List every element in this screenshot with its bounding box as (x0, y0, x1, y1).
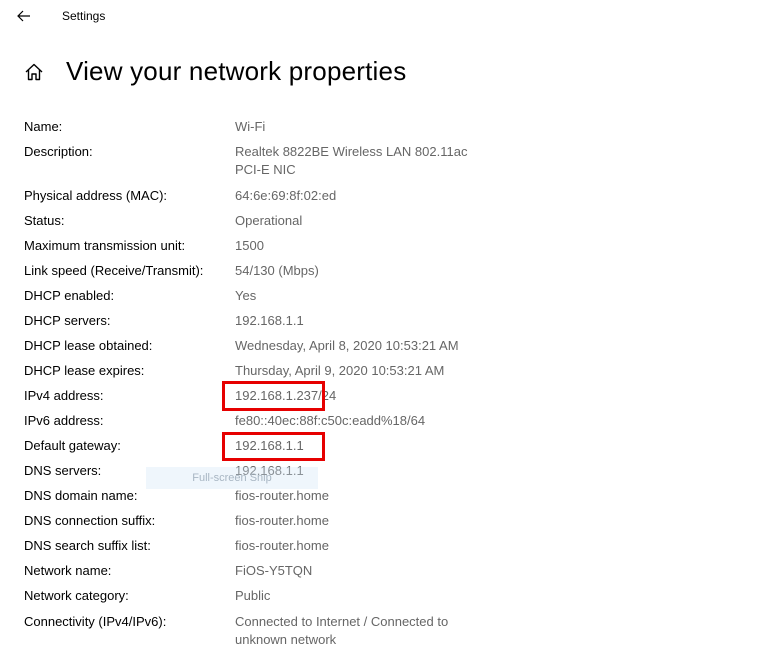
property-row-dns-suffix: DNS connection suffix: fios-router.home (24, 512, 764, 537)
property-value: Realtek 8822BE Wireless LAN 802.11ac PCI… (235, 144, 468, 177)
property-row-dns-domain: DNS domain name: fios-router.home (24, 487, 764, 512)
property-label: Status: (24, 213, 65, 228)
property-label: Link speed (Receive/Transmit): (24, 263, 204, 278)
property-value: Public (235, 588, 271, 603)
property-value: fe80::40ec:88f:c50c:eadd%18/64 (235, 413, 426, 428)
property-row-ipv4: IPv4 address: 192.168.1.237/24 (24, 387, 764, 412)
property-value: 64:6e:69:8f:02:ed (235, 188, 337, 203)
property-label: DHCP enabled: (24, 288, 115, 303)
page-title: View your network properties (66, 56, 407, 86)
property-label: Default gateway: (24, 438, 121, 453)
home-icon (25, 63, 43, 81)
property-value: Operational (235, 213, 303, 228)
property-label: Description: (24, 144, 93, 159)
property-label: DNS servers: (24, 463, 102, 478)
property-value: Yes (235, 288, 257, 303)
property-row-dns-search-list: DNS search suffix list: fios-router.home (24, 537, 764, 562)
property-label: Network category: (24, 588, 129, 603)
property-label: DHCP lease obtained: (24, 338, 153, 353)
property-value: 192.168.1.1 (235, 313, 304, 328)
property-value: Wi-Fi (235, 119, 266, 134)
property-row-dhcp-enabled: DHCP enabled: Yes (24, 287, 764, 312)
property-row-ipv6: IPv6 address: fe80::40ec:88f:c50c:eadd%1… (24, 412, 764, 437)
property-label: DNS search suffix list: (24, 538, 151, 553)
property-row-name: Name: Wi-Fi (24, 118, 764, 143)
property-value: Connected to Internet / Connected to unk… (235, 614, 449, 647)
fullscreen-snip-tooltip: Full-screen Snip (146, 467, 318, 489)
property-row-network-name: Network name: FiOS-Y5TQN (24, 562, 764, 587)
property-label: DHCP servers: (24, 313, 111, 328)
property-label: Network name: (24, 563, 112, 578)
property-value: 1500 (235, 238, 264, 253)
property-label: IPv6 address: (24, 413, 104, 428)
property-label: Connectivity (IPv4/IPv6): (24, 614, 167, 629)
property-label: Physical address (MAC): (24, 188, 168, 203)
property-label: IPv4 address: (24, 388, 104, 403)
gateway-highlight-box (222, 432, 325, 461)
property-row-status: Status: Operational (24, 212, 764, 237)
property-row-link-speed: Link speed (Receive/Transmit): 54/130 (M… (24, 262, 764, 287)
app-title: Settings (62, 9, 106, 23)
property-row-network-category: Network category: Public (24, 587, 764, 613)
property-row-dns-servers: DNS servers: 192.168.1.1 (24, 462, 764, 487)
property-row-description: Description: Realtek 8822BE Wireless LAN… (24, 143, 764, 187)
property-row-connectivity: Connectivity (IPv4/IPv6): Connected to I… (24, 613, 764, 653)
property-value: fios-router.home (235, 538, 329, 553)
property-row-lease-expires: DHCP lease expires: Thursday, April 9, 2… (24, 362, 764, 387)
property-value: FiOS-Y5TQN (235, 563, 313, 578)
property-row-mac: Physical address (MAC): 64:6e:69:8f:02:e… (24, 187, 764, 212)
property-value: fios-router.home (235, 488, 329, 503)
property-row-gateway: Default gateway: 192.168.1.1 (24, 437, 764, 462)
property-label: DNS connection suffix: (24, 513, 156, 528)
back-arrow-icon (17, 10, 30, 22)
property-label: DHCP lease expires: (24, 363, 145, 378)
property-value: 54/130 (Mbps) (235, 263, 319, 278)
property-label: Maximum transmission unit: (24, 238, 186, 253)
property-value: Thursday, April 9, 2020 10:53:21 AM (235, 363, 445, 378)
property-value: fios-router.home (235, 513, 329, 528)
ipv4-highlight-box (222, 381, 325, 411)
network-properties-list: Name: Wi-Fi Description: Realtek 8822BE … (24, 118, 764, 653)
property-label: DNS domain name: (24, 488, 138, 503)
title-bar: Settings (0, 0, 783, 34)
back-button[interactable] (12, 4, 36, 28)
property-row-dhcp-servers: DHCP servers: 192.168.1.1 (24, 312, 764, 337)
property-label: Name: (24, 119, 63, 134)
property-row-lease-obtained: DHCP lease obtained: Wednesday, April 8,… (24, 337, 764, 362)
property-value: Wednesday, April 8, 2020 10:53:21 AM (235, 338, 459, 353)
property-row-mtu: Maximum transmission unit: 1500 (24, 237, 764, 262)
